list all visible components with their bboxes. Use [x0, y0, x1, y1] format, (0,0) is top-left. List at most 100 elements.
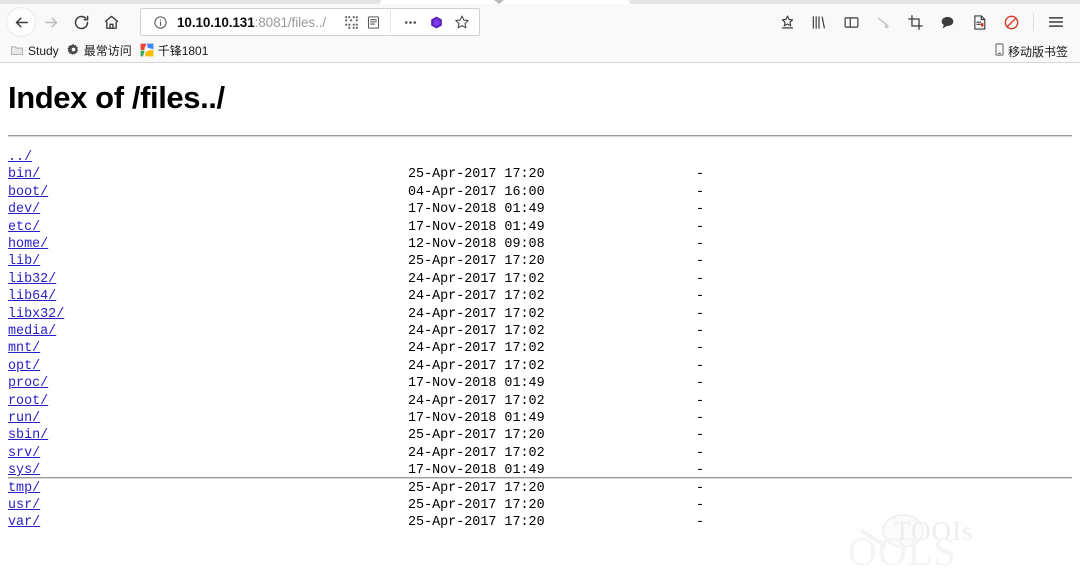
listing-link[interactable]: home/	[8, 237, 48, 252]
listing-size: -	[696, 289, 705, 305]
listing-size: -	[696, 445, 705, 461]
more-actions-icon[interactable]	[397, 11, 423, 33]
bookmark-label: Study	[28, 44, 59, 58]
url-text[interactable]: 10.10.10.131:8081/files../	[171, 15, 340, 30]
qr-code-icon[interactable]	[340, 11, 362, 33]
listing-link[interactable]: srv/	[8, 446, 40, 461]
listing-date: 24-Apr-2017 17:02	[408, 393, 545, 409]
listing-date: 24-Apr-2017 17:02	[408, 289, 545, 305]
listing-link[interactable]: lib32/	[8, 272, 56, 287]
listing-link[interactable]: sys/	[8, 463, 40, 478]
listing-link[interactable]: dev/	[8, 202, 40, 217]
pocket-badge-icon[interactable]	[423, 11, 449, 33]
listing-size: -	[696, 515, 705, 531]
reload-button[interactable]	[66, 7, 96, 37]
listing-link[interactable]: opt/	[8, 359, 40, 374]
hamburger-menu-icon[interactable]	[1040, 7, 1072, 37]
listing-date: 25-Apr-2017 17:20	[408, 167, 545, 183]
listing-size: -	[696, 254, 705, 270]
listing-size: -	[696, 306, 705, 322]
document-icon[interactable]	[963, 7, 995, 37]
forward-button[interactable]	[36, 7, 66, 37]
listing-row: libx32/24-Apr-2017 17:02 -	[8, 306, 1072, 323]
home-icon	[104, 15, 118, 29]
listing-row: tmp/25-Apr-2017 17:20 -	[8, 480, 1072, 497]
active-tab[interactable]	[380, 0, 630, 4]
listing-link[interactable]: boot/	[8, 185, 48, 200]
listing-link[interactable]: mnt/	[8, 341, 40, 356]
header-divider	[8, 135, 1072, 138]
tab-caret-icon	[494, 0, 504, 4]
star-icon[interactable]	[449, 11, 475, 33]
bookmark-label: 最常访问	[83, 44, 132, 58]
listing-row: opt/24-Apr-2017 17:02 -	[8, 358, 1072, 375]
listing-link[interactable]: run/	[8, 411, 40, 426]
reload-icon	[74, 15, 88, 29]
url-bar[interactable]: 10.10.10.131:8081/files../	[140, 8, 480, 36]
listing-date: 12-Nov-2018 09:08	[408, 237, 545, 253]
listing-date: 25-Apr-2017 17:20	[408, 497, 545, 513]
home-button[interactable]	[96, 7, 126, 37]
listing-link[interactable]: lib64/	[8, 289, 56, 304]
listing-date: 25-Apr-2017 17:20	[408, 428, 545, 444]
phone-icon	[994, 43, 1005, 59]
listing-row: var/25-Apr-2017 17:20 -	[8, 514, 1072, 531]
page-content: Index of /files../ ../ bin/25-Apr-2017 17…	[0, 63, 1080, 579]
listing-link[interactable]: sbin/	[8, 428, 48, 443]
listing-date: 24-Apr-2017 17:02	[408, 324, 545, 339]
listing-row: srv/24-Apr-2017 17:02 -	[8, 445, 1072, 462]
listing-row: home/12-Nov-2018 09:08 -	[8, 236, 1072, 253]
listing-link[interactable]: proc/	[8, 376, 48, 391]
listing-row: mnt/24-Apr-2017 17:02 -	[8, 340, 1072, 357]
listing-link[interactable]: etc/	[8, 220, 40, 235]
comment-icon[interactable]	[931, 7, 963, 37]
watermark-big-text: OOLS	[848, 529, 957, 574]
library-icon[interactable]	[803, 7, 835, 37]
tab-strip[interactable]	[0, 0, 1080, 4]
forward-arrow-icon	[44, 17, 57, 27]
listing-size: -	[696, 497, 705, 513]
bookmark-item-mobile[interactable]: 移动版书签	[994, 43, 1072, 60]
listing-date: 25-Apr-2017 17:20	[408, 480, 545, 496]
listing-link[interactable]: bin/	[8, 167, 40, 182]
screenshot-crop-icon[interactable]	[899, 7, 931, 37]
bookmark-item-study[interactable]: Study	[8, 42, 65, 61]
listing-row: lib64/24-Apr-2017 17:02 -	[8, 288, 1072, 305]
page-title: Index of /files../	[8, 80, 225, 115]
listing-link[interactable]: root/	[8, 394, 48, 409]
listing-link[interactable]: media/	[8, 324, 56, 339]
reader-view-icon[interactable]	[362, 11, 384, 33]
sidebar-icon[interactable]	[835, 7, 867, 37]
blocked-icon[interactable]	[995, 7, 1027, 37]
listing-row: media/24-Apr-2017 17:02 -	[8, 323, 1072, 340]
pointer-icon[interactable]	[867, 7, 899, 37]
page-info-icon[interactable]	[149, 11, 171, 33]
listing-row: dev/17-Nov-2018 01:49 -	[8, 201, 1072, 218]
bookmark-item-most-visited[interactable]: 最常访问	[65, 42, 138, 60]
listing-link[interactable]: usr/	[8, 498, 40, 513]
listing-row: lib/25-Apr-2017 17:20 -	[8, 253, 1072, 270]
listing-link[interactable]: lib/	[8, 254, 40, 269]
listing-size: -	[696, 376, 705, 392]
listing-date: 24-Apr-2017 17:02	[408, 271, 545, 287]
listing-row: lib32/24-Apr-2017 17:02 -	[8, 271, 1072, 288]
back-button[interactable]	[6, 7, 36, 37]
listing-link[interactable]: libx32/	[8, 307, 64, 322]
listing-row: ../	[8, 149, 1072, 166]
listing-link[interactable]: ../	[8, 150, 32, 165]
footer-divider	[8, 477, 1072, 479]
url-host: 10.10.10.131	[177, 14, 255, 30]
bookmark-label: 移动版书签	[1007, 44, 1068, 59]
listing-size: -	[696, 410, 705, 426]
listing-size: -	[696, 324, 705, 339]
listing-size: -	[696, 202, 705, 218]
save-to-pocket-icon[interactable]	[771, 7, 803, 37]
listing-date: 17-Nov-2018 01:49	[408, 202, 545, 218]
listing-link[interactable]: tmp/	[8, 481, 40, 496]
listing-date: 24-Apr-2017 17:02	[408, 358, 545, 374]
listing-size: -	[696, 271, 705, 287]
folder-icon	[10, 43, 24, 60]
bookmark-item-qianfeng[interactable]: 千锋1801	[138, 42, 215, 61]
listing-row: proc/17-Nov-2018 01:49 -	[8, 375, 1072, 392]
listing-link[interactable]: var/	[8, 515, 40, 530]
